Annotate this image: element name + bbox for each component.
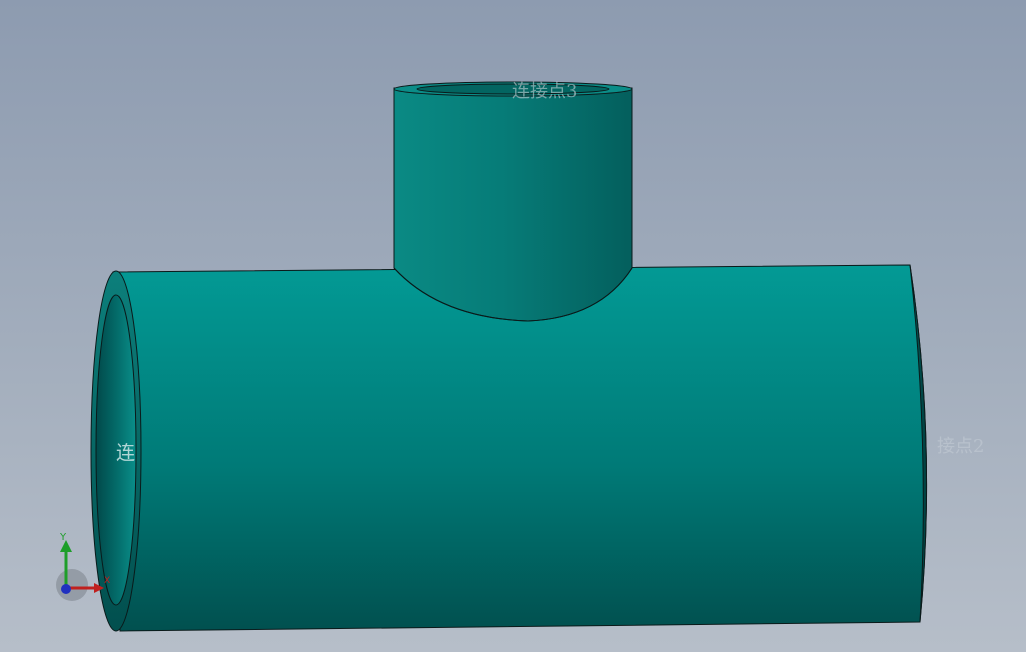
label-port-top: 连接点3 xyxy=(512,81,578,102)
model-viewport[interactable]: 连 连接点3 接点2 Y X xyxy=(0,0,1026,652)
label-port-left: 连 xyxy=(116,442,136,464)
branch-pipe-body[interactable] xyxy=(393,87,633,322)
triad-x-label: X xyxy=(104,576,111,586)
triad-origin-shadow xyxy=(56,569,88,601)
label-port-right: 接点2 xyxy=(937,436,985,457)
triad-z-axis-icon xyxy=(61,584,71,594)
triad-y-label: Y xyxy=(60,532,67,543)
